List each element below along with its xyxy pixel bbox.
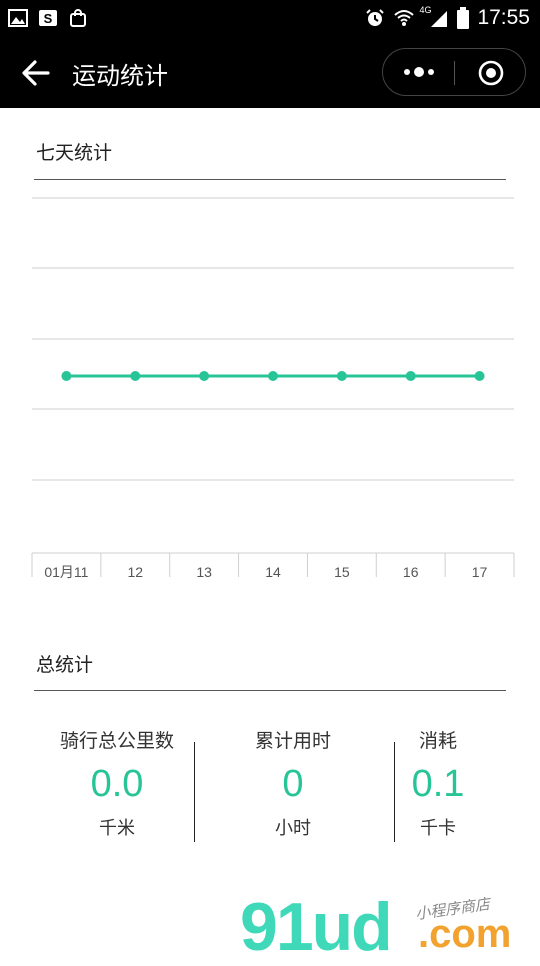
data-point <box>336 371 347 381</box>
stat-duration: 累计用时 0 小时 <box>228 726 358 840</box>
chart-series <box>61 371 485 381</box>
x-tick-label: 12 <box>127 564 143 580</box>
stat-distance: 骑行总公里数 0.0 千米 <box>52 726 182 840</box>
data-point <box>199 371 210 381</box>
chart-grid <box>32 197 514 481</box>
x-tick-label: 14 <box>265 564 281 580</box>
shopping-bag-icon <box>70 9 86 27</box>
totals-section-title: 总统计 <box>36 654 94 676</box>
chart-x-axis: 01月11 12 13 14 15 16 17 <box>31 552 515 580</box>
x-tick-label: 13 <box>196 564 212 580</box>
miniprogram-capsule <box>382 48 526 96</box>
alarm-icon <box>366 9 385 26</box>
x-tick-label: 17 <box>472 564 488 580</box>
stat-value: 0 <box>282 763 304 805</box>
data-point <box>61 371 72 381</box>
data-point <box>405 371 416 381</box>
image-icon <box>8 9 28 27</box>
stat-calories: 消耗 0.1 千卡 <box>392 726 484 840</box>
stat-unit: 千卡 <box>420 818 456 839</box>
stat-value: 0.0 <box>90 763 144 805</box>
watermark-suffix: .com <box>418 912 512 956</box>
data-point <box>268 371 278 381</box>
capsule-divider <box>454 61 455 85</box>
wifi-icon <box>394 10 415 26</box>
stat-value: 0.1 <box>411 763 465 805</box>
status-bar: S 4G 17:55 <box>0 0 540 38</box>
weekly-section-title: 七天统计 <box>36 142 113 164</box>
cellular-signal-icon: 4G <box>419 5 449 29</box>
x-tick-label: 01月11 <box>44 564 88 580</box>
watermark-logo: 91ud <box>240 888 393 966</box>
stat-label: 累计用时 <box>254 730 331 752</box>
more-options-icon[interactable] <box>401 59 437 85</box>
svg-text:S: S <box>44 11 53 26</box>
app-notification-icon: S <box>39 10 57 26</box>
battery-icon <box>457 7 470 29</box>
watermark-main: 91ud <box>240 889 393 965</box>
page-title: 运动统计 <box>72 62 168 90</box>
totals-divider <box>34 690 506 691</box>
x-tick-label: 16 <box>403 564 419 580</box>
status-time: 17:55 <box>477 6 530 29</box>
weekly-line-chart: 01月11 12 13 14 15 16 17 <box>31 197 515 580</box>
weekly-divider <box>34 179 506 180</box>
stat-separator <box>194 742 195 842</box>
x-tick-label: 15 <box>334 564 350 580</box>
close-miniprogram-icon[interactable] <box>477 59 505 87</box>
back-arrow-icon[interactable] <box>20 58 52 88</box>
stat-label: 骑行总公里数 <box>59 730 174 752</box>
stat-unit: 小时 <box>275 818 311 839</box>
data-point <box>130 371 141 381</box>
nav-bar: 运动统计 <box>0 38 540 108</box>
stat-unit: 千米 <box>99 818 135 839</box>
stat-label: 消耗 <box>418 730 457 752</box>
data-point <box>474 371 485 381</box>
